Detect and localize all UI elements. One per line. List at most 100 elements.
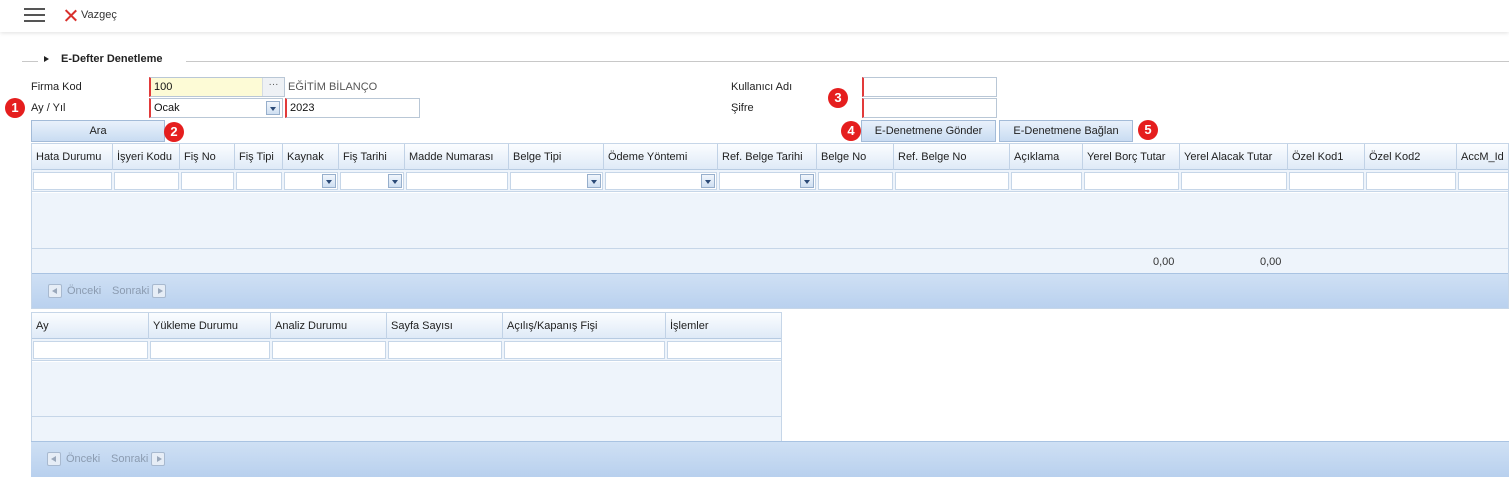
filter-belge-no[interactable]	[818, 172, 893, 190]
col-kaynak[interactable]: Kaynak	[283, 144, 339, 170]
section-divider-left	[22, 61, 38, 62]
kullanici-adi-label: Kullanıcı Adı	[731, 81, 793, 93]
firma-kod-label: Firma Kod	[31, 81, 82, 93]
kullanici-adi-input[interactable]	[862, 77, 997, 97]
defter-grid-header: Ay Yükleme Durumu Analiz Durumu Sayfa Sa…	[32, 313, 781, 339]
filter-yukleme-durumu[interactable]	[150, 341, 270, 359]
yil-value: 2023	[290, 102, 315, 114]
chevron-down-icon[interactable]	[587, 174, 601, 188]
col-yukleme-durumu[interactable]: Yükleme Durumu	[149, 313, 271, 339]
chevron-left-icon	[47, 452, 61, 466]
prev-page-label-2: Önceki	[66, 453, 101, 465]
filter-analiz-durumu[interactable]	[272, 341, 386, 359]
col-madde-numarasi[interactable]: Madde Numarası	[405, 144, 509, 170]
prev-page-button-2[interactable]: Önceki	[47, 452, 100, 466]
col-analiz-durumu[interactable]: Analiz Durumu	[271, 313, 387, 339]
cancel-button[interactable]: Vazgeç	[64, 7, 117, 23]
col-belge-no[interactable]: Belge No	[817, 144, 894, 170]
filter-isyeri-kodu[interactable]	[114, 172, 179, 190]
ara-button[interactable]: Ara	[31, 120, 165, 142]
chevron-down-icon[interactable]	[322, 174, 336, 188]
filter-belge-tipi[interactable]	[510, 172, 603, 190]
filter-acilis-kapanis-fisi[interactable]	[504, 341, 665, 359]
defter-grid-filter-row	[32, 339, 781, 361]
col-islemler[interactable]: İşlemler	[666, 313, 781, 339]
filter-ay[interactable]	[33, 341, 148, 359]
fis-grid: Hata Durumu İşyeri Kodu Fiş No Fiş Tipi …	[31, 143, 1509, 309]
ellipsis-lookup-icon[interactable]: ···	[262, 78, 284, 96]
next-page-button-2[interactable]: Sonraki	[111, 452, 166, 466]
next-page-label: Sonraki	[112, 285, 150, 297]
filter-madde-numarasi[interactable]	[406, 172, 508, 190]
filter-ref-belge-no[interactable]	[895, 172, 1009, 190]
ay-select[interactable]: Ocak	[149, 98, 283, 118]
col-ay[interactable]: Ay	[32, 313, 149, 339]
chevron-right-icon	[151, 452, 166, 466]
sum-yerel-alacak: 0,00	[1260, 256, 1282, 268]
col-sayfa-sayisi[interactable]: Sayfa Sayısı	[387, 313, 503, 339]
defter-grid-summary-row	[32, 416, 781, 442]
hamburger-menu-icon[interactable]	[24, 6, 46, 24]
col-fis-tarihi[interactable]: Fiş Tarihi	[339, 144, 405, 170]
chevron-down-icon[interactable]	[800, 174, 814, 188]
col-ozel-kod2[interactable]: Özel Kod2	[1365, 144, 1457, 170]
col-odeme-yontemi[interactable]: Ödeme Yöntemi	[604, 144, 718, 170]
col-yerel-alacak-tutar[interactable]: Yerel Alacak Tutar	[1180, 144, 1288, 170]
col-fis-tipi[interactable]: Fiş Tipi	[235, 144, 283, 170]
sifre-input[interactable]	[862, 98, 997, 118]
firma-kod-input[interactable]: 100 ···	[149, 77, 285, 97]
firma-kod-value: 100	[154, 81, 173, 93]
prev-page-button[interactable]: Önceki	[48, 284, 101, 298]
filter-yerel-borc-tutar[interactable]	[1084, 172, 1179, 190]
fis-grid-header: Hata Durumu İşyeri Kodu Fiş No Fiş Tipi …	[32, 144, 1508, 170]
e-denetmene-gonder-button[interactable]: E-Denetmene Gönder	[861, 120, 996, 142]
col-belge-tipi[interactable]: Belge Tipi	[509, 144, 604, 170]
chevron-right-icon	[152, 284, 167, 298]
section-divider-right	[186, 61, 1509, 62]
filter-yerel-alacak-tutar[interactable]	[1181, 172, 1287, 190]
col-accm-id[interactable]: AccM_Id	[1457, 144, 1508, 170]
filter-ref-belge-tarihi[interactable]	[719, 172, 816, 190]
annotation-badge-1: 1	[5, 98, 25, 118]
fis-grid-summary-row: 0,00 0,00	[32, 248, 1508, 273]
sum-yerel-borc: 0,00	[1153, 256, 1175, 268]
prev-page-label: Önceki	[67, 285, 102, 297]
col-acilis-kapanis-fisi[interactable]: Açılış/Kapanış Fişi	[503, 313, 666, 339]
filter-islemler[interactable]	[667, 341, 781, 359]
filter-accm-id[interactable]	[1458, 172, 1508, 190]
col-ref-belge-no[interactable]: Ref. Belge No	[894, 144, 1010, 170]
section-header[interactable]: E-Defter Denetleme	[44, 53, 162, 65]
filter-ozel-kod2[interactable]	[1366, 172, 1456, 190]
annotation-badge-5: 5	[1138, 120, 1158, 140]
col-ozel-kod1[interactable]: Özel Kod1	[1288, 144, 1365, 170]
chevron-left-icon	[48, 284, 62, 298]
top-toolbar: Vazgeç	[0, 0, 1509, 32]
filter-sayfa-sayisi[interactable]	[388, 341, 502, 359]
e-denetmene-baglan-button[interactable]: E-Denetmene Bağlan	[999, 120, 1133, 142]
filter-aciklama[interactable]	[1011, 172, 1082, 190]
filter-ozel-kod1[interactable]	[1289, 172, 1364, 190]
defter-grid: Ay Yükleme Durumu Analiz Durumu Sayfa Sa…	[31, 312, 782, 442]
filter-fis-tarihi[interactable]	[340, 172, 404, 190]
col-yerel-borc-tutar[interactable]: Yerel Borç Tutar	[1083, 144, 1180, 170]
col-hata-durumu[interactable]: Hata Durumu	[32, 144, 113, 170]
filter-fis-tipi[interactable]	[236, 172, 282, 190]
annotation-badge-3: 3	[828, 88, 848, 108]
next-page-button[interactable]: Sonraki	[112, 284, 167, 298]
ay-yil-label: Ay / Yıl	[31, 102, 66, 114]
section-title: E-Defter Denetleme	[61, 53, 163, 65]
col-aciklama[interactable]: Açıklama	[1010, 144, 1083, 170]
filter-hata-durumu[interactable]	[33, 172, 112, 190]
fis-grid-filter-row	[32, 170, 1508, 192]
chevron-down-icon[interactable]	[266, 101, 280, 115]
filter-odeme-yontemi[interactable]	[605, 172, 717, 190]
col-fis-no[interactable]: Fiş No	[180, 144, 235, 170]
col-isyeri-kodu[interactable]: İşyeri Kodu	[113, 144, 180, 170]
chevron-down-icon[interactable]	[388, 174, 402, 188]
col-ref-belge-tarihi[interactable]: Ref. Belge Tarihi	[718, 144, 817, 170]
chevron-down-icon[interactable]	[701, 174, 715, 188]
annotation-badge-4: 4	[841, 121, 861, 141]
filter-fis-no[interactable]	[181, 172, 234, 190]
filter-kaynak[interactable]	[284, 172, 338, 190]
yil-input[interactable]: 2023	[285, 98, 420, 118]
